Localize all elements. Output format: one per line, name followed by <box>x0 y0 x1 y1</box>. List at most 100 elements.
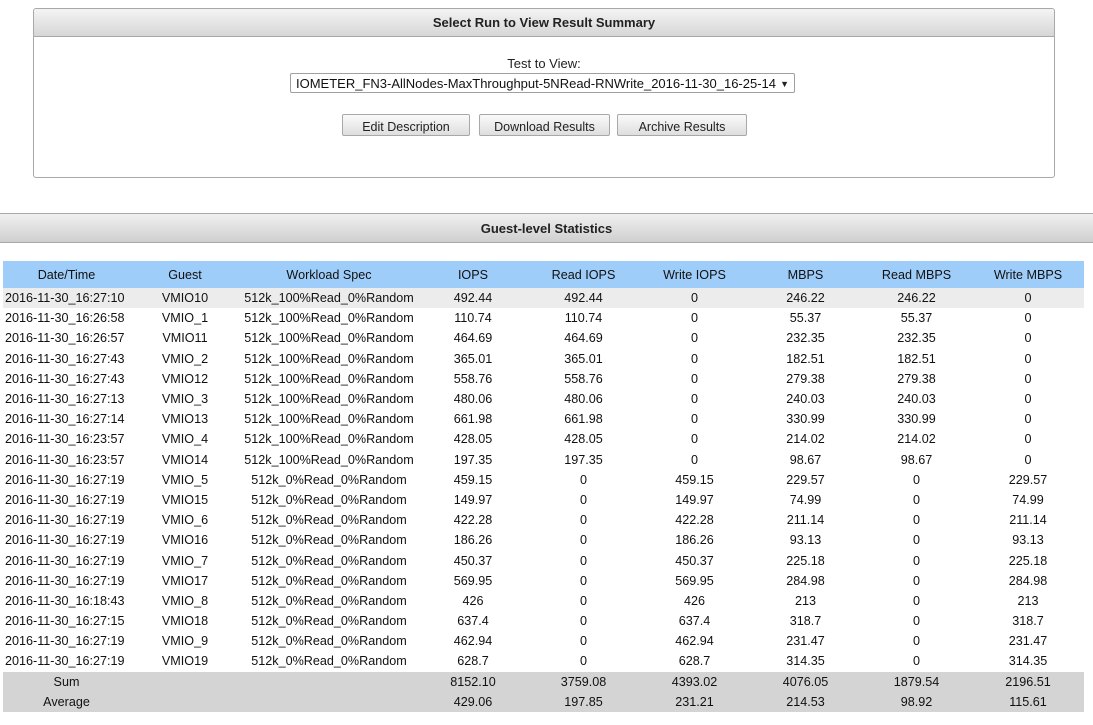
table-cell: 428.05 <box>564 432 603 447</box>
table-cell: 314.35 <box>786 654 825 669</box>
table-cell: 512k_0%Read_0%Random <box>251 492 407 507</box>
table-cell: 569.95 <box>453 573 493 588</box>
table-cell: VMIO_3 <box>161 392 209 407</box>
table-row: 2016-11-30_16:27:19 VMIO_7 512k_0%Read_0%R… <box>3 550 1084 570</box>
table-cell: 365.01 <box>453 351 493 366</box>
column-header[interactable]: Read MBPS <box>861 261 972 288</box>
table-cell: 512k_100%Read_0%Random <box>244 311 414 326</box>
table-cell: VMIO12 <box>161 371 209 386</box>
column-header[interactable]: Write IOPS <box>639 261 750 288</box>
table-cell: 0 <box>690 432 698 447</box>
table-row: 2016-11-30_16:27:14 VMIO13 512k_100%Read_0… <box>3 409 1084 429</box>
table-cell: 661.98 <box>453 412 493 427</box>
table-cell: 0 <box>579 634 587 649</box>
table-cell: 0 <box>690 331 698 346</box>
average-value: 429.06 <box>418 691 528 712</box>
table-cell: 492.44 <box>528 288 639 309</box>
table-cell: 318.7 <box>789 614 822 629</box>
table-cell: 246.22 <box>861 288 972 309</box>
table-cell: 93.13 <box>789 533 822 548</box>
chevron-down-icon: ▼ <box>780 79 789 89</box>
table-row: 2016-11-30_16:27:19 VMIO16 512k_0%Read_0%R… <box>3 530 1084 550</box>
table-cell: 512k_100%Read_0%Random <box>244 351 414 366</box>
table-row: 2016-11-30_16:27:19 VMIO_6 512k_0%Read_0%R… <box>3 510 1084 530</box>
average-row: Average 429.06 197.85 231.21 214.53 98.92 115.… <box>3 691 1084 712</box>
table-cell: VMIO13 <box>161 412 209 427</box>
table-cell: 240.03 <box>786 392 825 407</box>
table-cell: 512k_100%Read_0%Random <box>244 371 414 386</box>
table-cell: 231.47 <box>1008 634 1048 649</box>
table-cell: 2016-11-30_16:27:14 <box>5 412 125 427</box>
table-cell: 225.18 <box>1008 553 1048 568</box>
table-cell: 229.57 <box>1008 472 1048 487</box>
column-header[interactable]: Guest <box>130 261 240 288</box>
average-label: Average <box>3 691 130 712</box>
column-header[interactable]: Workload Spec <box>240 261 418 288</box>
table-cell: 214.02 <box>897 432 936 447</box>
table-cell: 480.06 <box>453 392 493 407</box>
table-cell: 0 <box>579 654 587 669</box>
run-panel-title: Select Run to View Result Summary <box>34 9 1054 37</box>
column-header[interactable]: IOPS <box>418 261 528 288</box>
table-cell: 2016-11-30_16:27:43 <box>5 371 125 386</box>
table-cell: 214.02 <box>786 432 825 447</box>
table-cell: 422.28 <box>675 513 714 528</box>
table-cell: 2016-11-30_16:27:15 <box>5 614 125 629</box>
table-cell: 213 <box>1017 593 1039 608</box>
table-cell: 186.26 <box>453 533 493 548</box>
table-cell: 0 <box>690 452 698 467</box>
sum-value: 1879.54 <box>861 671 972 692</box>
table-cell: 279.38 <box>786 371 825 386</box>
table-cell: 182.51 <box>786 351 825 366</box>
table-cell: 0 <box>1024 412 1032 427</box>
table-cell: 330.99 <box>786 412 825 427</box>
sum-label: Sum <box>3 671 130 692</box>
table-cell: 98.67 <box>789 452 822 467</box>
test-select-dropdown[interactable]: IOMETER_FN3-AllNodes-MaxThroughput-5NRea… <box>290 73 795 93</box>
table-cell: 512k_0%Read_0%Random <box>251 654 407 669</box>
guest-stats-title: Guest-level Statistics <box>0 213 1093 243</box>
table-cell: 0 <box>912 553 920 568</box>
table-cell: 232.35 <box>786 331 825 346</box>
table-row: 2016-11-30_16:23:57 VMIO_4 512k_100%Read_0… <box>3 429 1084 449</box>
table-cell: 330.99 <box>897 412 936 427</box>
edit-description-button[interactable]: Edit Description <box>342 114 470 136</box>
table-cell: 512k_100%Read_0%Random <box>244 392 414 407</box>
table-cell: VMIO11 <box>162 331 208 346</box>
table-cell: 480.06 <box>564 392 603 407</box>
table-cell: 512k_0%Read_0%Random <box>251 634 407 649</box>
table-cell: 2016-11-30_16:23:57 <box>5 452 125 467</box>
column-header[interactable]: Date/Time <box>3 261 130 288</box>
table-cell: 0 <box>579 614 587 629</box>
column-header[interactable]: Write MBPS <box>972 261 1084 288</box>
table-cell: 422.28 <box>453 513 493 528</box>
table-cell: 459.15 <box>675 472 714 487</box>
table-cell: 2016-11-30_16:23:57 <box>5 432 125 447</box>
empty-cell <box>130 691 240 712</box>
average-value: 197.85 <box>528 691 639 712</box>
empty-cell <box>240 671 418 692</box>
average-value: 214.53 <box>750 691 861 712</box>
table-cell: 2016-11-30_16:27:43 <box>5 351 125 366</box>
table-cell: 637.4 <box>457 614 489 629</box>
table-cell: VMIO_6 <box>161 513 209 528</box>
table-cell: 450.37 <box>675 553 714 568</box>
table-row: 2016-11-30_16:27:19 VMIO15 512k_0%Read_0%R… <box>3 490 1084 510</box>
table-cell: 512k_0%Read_0%Random <box>251 472 407 487</box>
table-cell: 0 <box>912 513 920 528</box>
table-cell: 512k_0%Read_0%Random <box>251 614 407 629</box>
column-header[interactable]: Read IOPS <box>528 261 639 288</box>
table-cell: 231.47 <box>786 634 825 649</box>
table-cell: 512k_100%Read_0%Random <box>244 331 414 346</box>
download-results-button[interactable]: Download Results <box>479 114 610 136</box>
column-header[interactable]: MBPS <box>750 261 861 288</box>
table-row: 2016-11-30_16:27:19 VMIO19 512k_0%Read_0%R… <box>3 651 1084 671</box>
table-cell: 512k_0%Read_0%Random <box>251 573 407 588</box>
archive-results-button[interactable]: Archive Results <box>617 114 747 136</box>
table-cell: 0 <box>690 412 698 427</box>
table-cell: 0 <box>1024 331 1032 346</box>
table-cell: VMIO19 <box>161 654 209 669</box>
table-cell: 464.69 <box>564 331 603 346</box>
table-cell: 0 <box>912 593 920 608</box>
table-row: 2016-11-30_16:26:58 VMIO_1 512k_100%Read_0… <box>3 308 1084 328</box>
